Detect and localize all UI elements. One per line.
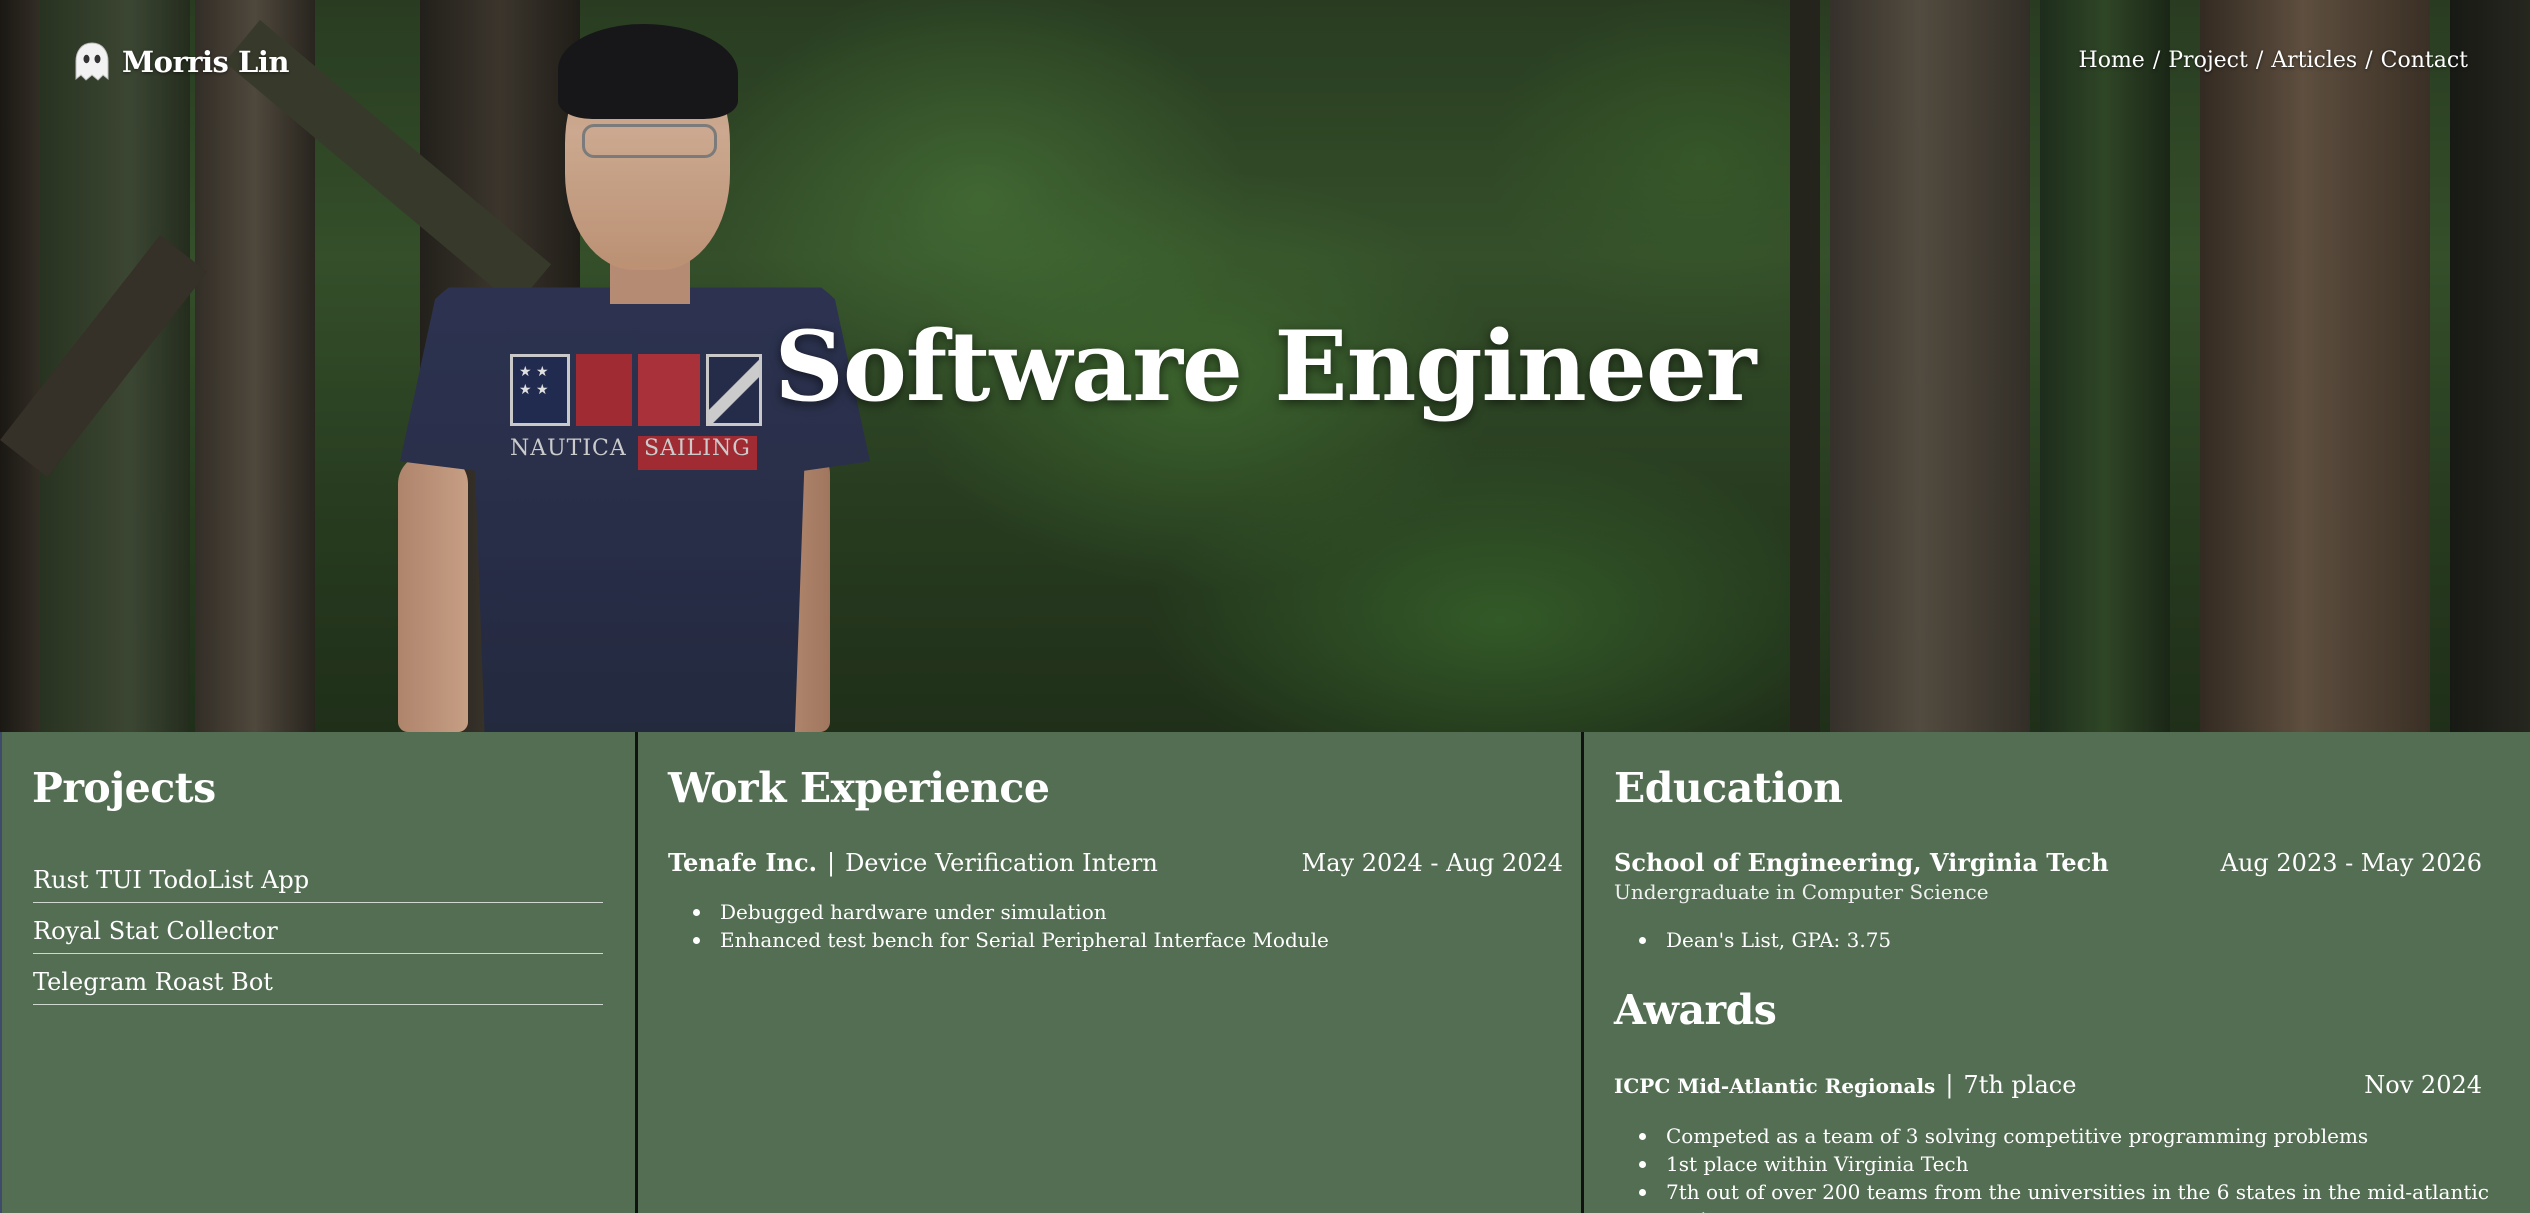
work-bullets: Debugged hardware under simulation Enhan… — [693, 898, 1329, 954]
project-item-rust-todolist[interactable]: Rust TUI TodoList App — [33, 852, 603, 903]
nav-articles-link[interactable]: Articles — [2271, 48, 2357, 73]
award-bullet: Competed as a team of 3 solving competit… — [1639, 1122, 2530, 1150]
project-item-telegram-roast-bot[interactable]: Telegram Roast Bot — [33, 954, 603, 1005]
projects-heading: Projects — [32, 764, 216, 812]
award-separator: | — [1945, 1071, 1954, 1099]
education-school: School of Engineering, Virginia Tech — [1614, 848, 2109, 877]
award-bullet: 1st place within Virginia Tech — [1639, 1150, 2530, 1178]
projects-panel: Projects Rust TUI TodoList App Royal Sta… — [0, 732, 635, 1213]
award-place: 7th place — [1963, 1071, 2077, 1099]
nav-project-link[interactable]: Project — [2168, 48, 2248, 73]
hero-banner: NAUTICA SAILING Morris Lin Home / Projec… — [0, 0, 2530, 732]
content-panels: Projects Rust TUI TodoList App Royal Sta… — [0, 732, 2530, 1213]
nav-separator: / — [2365, 48, 2373, 73]
education-heading: Education — [1614, 764, 1843, 812]
projects-list: Rust TUI TodoList App Royal Stat Collect… — [33, 852, 603, 1005]
award-bullet: 7th out of over 200 teams from the unive… — [1639, 1178, 2530, 1213]
project-item-royal-stat-collector[interactable]: Royal Stat Collector — [33, 903, 603, 954]
work-company: Tenafe Inc. — [668, 848, 817, 877]
nav-separator: / — [2152, 48, 2161, 73]
hero-title: Software Engineer — [774, 310, 1756, 423]
work-bullet: Enhanced test bench for Serial Periphera… — [693, 926, 1329, 954]
ghost-icon — [75, 42, 109, 81]
award-entry-header: ICPC Mid-Atlantic Regionals | 7th place … — [1614, 1071, 2482, 1099]
work-dates: May 2024 - Aug 2024 — [1301, 849, 1563, 877]
award-date: Nov 2024 — [2364, 1071, 2482, 1099]
education-degree: Undergraduate in Computer Science — [1614, 880, 1989, 904]
education-bullet: Dean's List, GPA: 3.75 — [1639, 926, 1891, 954]
nav-contact-link[interactable]: Contact — [2381, 48, 2468, 73]
education-dates: Aug 2023 - May 2026 — [2220, 849, 2482, 877]
education-panel: Education School of Engineering, Virgini… — [1581, 732, 2530, 1213]
work-bullet: Debugged hardware under simulation — [693, 898, 1329, 926]
work-experience-heading: Work Experience — [668, 764, 1050, 812]
award-bullets: Competed as a team of 3 solving competit… — [1639, 1122, 2530, 1213]
main-nav: Home / Project / Articles / Contact — [2079, 48, 2468, 73]
award-name: ICPC Mid-Atlantic Regionals — [1614, 1074, 1936, 1098]
awards-heading: Awards — [1614, 986, 1777, 1034]
work-entry-header: Tenafe Inc. | Device Verification Intern… — [668, 848, 1563, 877]
work-separator: | — [826, 849, 836, 877]
brand-link[interactable]: Morris Lin — [72, 40, 289, 84]
work-role: Device Verification Intern — [845, 849, 1158, 877]
education-entry-header: School of Engineering, Virginia Tech Aug… — [1614, 848, 2482, 877]
education-bullets: Dean's List, GPA: 3.75 — [1639, 926, 1891, 954]
brand-name: Morris Lin — [122, 45, 289, 79]
work-experience-panel: Work Experience Tenafe Inc. | Device Ver… — [635, 732, 1581, 1213]
nav-separator: / — [2255, 48, 2264, 73]
nav-home-link[interactable]: Home — [2079, 48, 2145, 73]
